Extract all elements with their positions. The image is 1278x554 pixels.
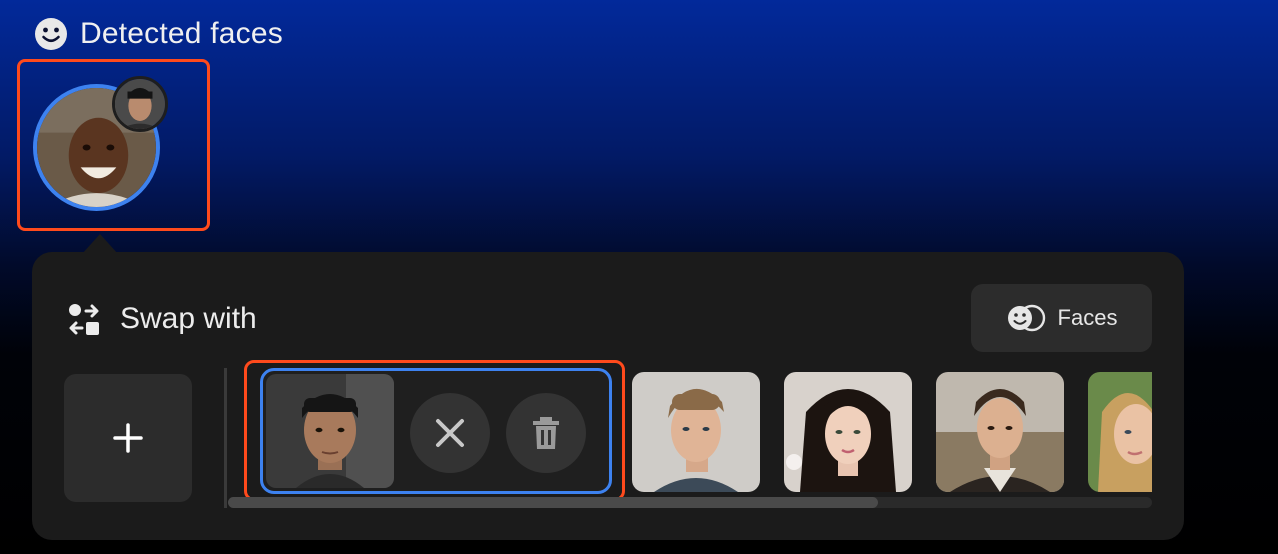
face-photo-5 xyxy=(1088,372,1152,492)
add-face-button[interactable] xyxy=(64,374,192,502)
face-photo-1 xyxy=(266,374,394,488)
face-thumbnail-1[interactable] xyxy=(266,374,394,488)
selected-face-card xyxy=(260,368,612,494)
faces-icon xyxy=(1007,304,1045,332)
faces-scrollbar[interactable] xyxy=(228,497,1152,508)
swap-with-label: Swap with xyxy=(120,302,257,335)
delete-face-button[interactable] xyxy=(506,393,586,473)
face-photo-2 xyxy=(632,372,760,492)
plus-icon xyxy=(113,423,143,453)
assigned-swap-face-badge[interactable] xyxy=(112,76,168,132)
faces-button[interactable]: Faces xyxy=(971,284,1152,352)
smiley-face-icon xyxy=(35,18,67,50)
swap-with-header: Swap with xyxy=(66,301,257,337)
face-thumbnail-2[interactable] xyxy=(632,372,760,492)
divider xyxy=(224,368,227,508)
panel-pointer xyxy=(82,234,118,254)
page-title: Detected faces xyxy=(80,17,283,50)
face-thumbnail-5[interactable] xyxy=(1088,372,1152,492)
close-icon xyxy=(436,419,464,447)
swap-arrows-icon xyxy=(69,304,99,335)
face-thumbnail-3[interactable] xyxy=(784,372,912,492)
faces-button-label: Faces xyxy=(1057,305,1118,330)
trash-icon xyxy=(533,417,559,449)
detected-faces-header: Detected faces xyxy=(34,17,283,51)
face-photo-3 xyxy=(784,372,912,492)
faces-scrollbar-thumb[interactable] xyxy=(228,497,878,508)
face-photo-4 xyxy=(936,372,1064,492)
deselect-face-button[interactable] xyxy=(410,393,490,473)
assigned-swap-face-photo xyxy=(115,79,165,129)
swap-panel: Swap with Faces xyxy=(32,252,1184,540)
face-thumbnail-4[interactable] xyxy=(936,372,1064,492)
